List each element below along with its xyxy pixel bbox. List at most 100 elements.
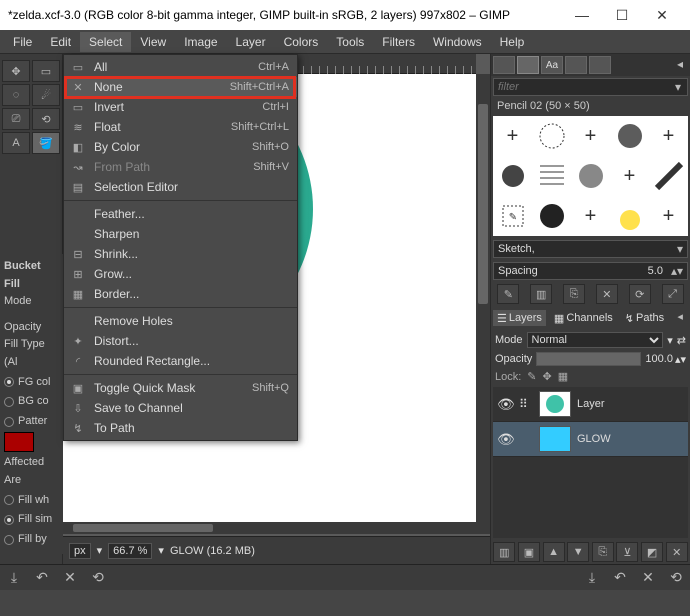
menu-tools[interactable]: Tools: [327, 32, 373, 52]
unit-select[interactable]: px: [69, 543, 91, 559]
lock-position-icon[interactable]: ✥: [543, 370, 552, 383]
horizontal-scrollbar[interactable]: [63, 522, 476, 534]
menu-item-grow[interactable]: ⊞Grow...: [64, 264, 297, 284]
close-button[interactable]: ✕: [642, 0, 682, 30]
brush-grid[interactable]: + + + + ✎ + +: [493, 116, 688, 236]
menu-view[interactable]: View: [131, 32, 175, 52]
fill-by-option[interactable]: Fill by: [4, 531, 59, 549]
layer-row[interactable]: 👁 ⠿ Layer: [493, 387, 688, 422]
menu-colors[interactable]: Colors: [275, 32, 328, 52]
fill-similar-option[interactable]: Fill sim: [4, 511, 59, 529]
tab-brushes[interactable]: [517, 56, 539, 74]
brush-item[interactable]: [493, 156, 532, 196]
brush-item[interactable]: [649, 156, 688, 196]
opacity-slider[interactable]: [536, 352, 641, 366]
delete-icon[interactable]: ✕: [638, 568, 658, 588]
menu-edit[interactable]: Edit: [41, 32, 80, 52]
configure-tab-icon[interactable]: ◂: [672, 57, 688, 73]
tool-move[interactable]: ✥: [2, 60, 30, 82]
menu-item-invert[interactable]: ▭InvertCtrl+I: [64, 97, 297, 117]
tab-history[interactable]: [565, 56, 587, 74]
chevron-down-icon[interactable]: ▾: [158, 544, 164, 557]
menu-item-feather[interactable]: Feather...: [64, 204, 297, 224]
delete-layer-icon[interactable]: ✕: [666, 542, 688, 562]
lock-alpha-icon[interactable]: ▦: [558, 370, 568, 383]
vertical-scrollbar[interactable]: [476, 74, 490, 534]
layer-thumbnail[interactable]: [539, 391, 571, 417]
zoom-field[interactable]: 66.7 %: [108, 543, 152, 559]
menu-item-sharpen[interactable]: Sharpen: [64, 224, 297, 244]
pattern-swatch[interactable]: [4, 432, 34, 452]
layer-name[interactable]: GLOW: [577, 433, 611, 445]
brush-item[interactable]: [610, 116, 649, 156]
edit-brush-icon[interactable]: ✎: [497, 284, 519, 304]
menu-item-shrink[interactable]: ⊟Shrink...: [64, 244, 297, 264]
filter-input[interactable]: [494, 79, 669, 95]
reset-icon[interactable]: ⟲: [666, 568, 686, 588]
menu-item-toggle-quick-mask[interactable]: ▣Toggle Quick MaskShift+Q: [64, 378, 297, 398]
stepper-icon[interactable]: ▴▾: [667, 264, 687, 278]
menu-item-selection-editor[interactable]: ▤Selection Editor: [64, 177, 297, 197]
chevron-down-icon[interactable]: ▾: [667, 334, 673, 347]
save-icon[interactable]: ⤓: [4, 568, 24, 588]
link-icon[interactable]: ⠿: [519, 397, 533, 411]
tool-transform[interactable]: ⟲: [32, 108, 60, 130]
bg-color-option[interactable]: BG co: [4, 393, 59, 411]
brush-item[interactable]: [532, 116, 571, 156]
duplicate-brush-icon[interactable]: ⎘: [563, 284, 585, 304]
refresh-brush-icon[interactable]: ⟳: [629, 284, 651, 304]
tool-rect-select[interactable]: ▭: [32, 60, 60, 82]
layer-mode-select[interactable]: Normal: [527, 332, 664, 348]
menu-item-by-color[interactable]: ◧By ColorShift+O: [64, 137, 297, 157]
lock-pixels-icon[interactable]: ✎: [527, 370, 536, 383]
brush-item[interactable]: [532, 196, 571, 236]
tab-tool-options[interactable]: [493, 56, 515, 74]
fill-whole-option[interactable]: Fill wh: [4, 492, 59, 510]
spacing-field[interactable]: Spacing 5.0 ▴▾: [493, 262, 688, 280]
tool-text[interactable]: A: [2, 132, 30, 154]
brush-filter[interactable]: ▾: [493, 78, 688, 96]
layer-thumbnail[interactable]: [539, 426, 571, 452]
menu-image[interactable]: Image: [175, 32, 226, 52]
duplicate-layer-icon[interactable]: ⎘: [592, 542, 614, 562]
menu-help[interactable]: Help: [491, 32, 534, 52]
brush-item[interactable]: +: [571, 116, 610, 156]
tool-crop[interactable]: ⎚: [2, 108, 30, 130]
menu-item-save-to-channel[interactable]: ⇩Save to Channel: [64, 398, 297, 418]
pattern-option[interactable]: Patter: [4, 413, 59, 431]
menu-item-to-path[interactable]: ↯To Path: [64, 418, 297, 438]
configure-tab-icon[interactable]: ◂: [672, 310, 688, 326]
open-brush-icon[interactable]: ⤢: [662, 284, 684, 304]
menu-item-float[interactable]: ≋FloatShift+Ctrl+L: [64, 117, 297, 137]
undo-icon[interactable]: ↶: [610, 568, 630, 588]
delete-brush-icon[interactable]: ✕: [596, 284, 618, 304]
tab-paths[interactable]: ↯Paths: [621, 310, 668, 326]
mask-layer-icon[interactable]: ◩: [641, 542, 663, 562]
stepper-icon[interactable]: ▴▾: [675, 353, 686, 366]
menu-item-none[interactable]: ✕NoneShift+Ctrl+A: [64, 77, 297, 97]
maximize-button[interactable]: ☐: [602, 0, 642, 30]
brush-item[interactable]: ✎: [493, 196, 532, 236]
reset-icon[interactable]: ⟲: [88, 568, 108, 588]
minimize-button[interactable]: —: [562, 0, 602, 30]
menu-layer[interactable]: Layer: [227, 32, 275, 52]
tab-patterns[interactable]: [589, 56, 611, 74]
lower-layer-icon[interactable]: ▼: [567, 542, 589, 562]
delete-icon[interactable]: ✕: [60, 568, 80, 588]
chevron-down-icon[interactable]: ▾: [97, 544, 103, 557]
tab-layers[interactable]: ☰Layers: [493, 310, 546, 326]
undo-icon[interactable]: ↶: [32, 568, 52, 588]
brush-item[interactable]: +: [571, 196, 610, 236]
menu-select[interactable]: Select: [80, 32, 131, 52]
brush-item[interactable]: +: [649, 116, 688, 156]
brush-preset-select[interactable]: Sketch,▾: [493, 240, 688, 258]
visibility-icon[interactable]: 👁: [497, 396, 513, 413]
menu-item-border[interactable]: ▦Border...: [64, 284, 297, 304]
layer-name[interactable]: Layer: [577, 398, 605, 410]
fg-color-option[interactable]: FG col: [4, 374, 59, 392]
menu-item-remove-holes[interactable]: Remove Holes: [64, 311, 297, 331]
tool-bucket[interactable]: 🪣: [32, 132, 60, 154]
switch-mode-icon[interactable]: ⇄: [677, 334, 686, 347]
brush-item[interactable]: +: [649, 196, 688, 236]
menu-windows[interactable]: Windows: [424, 32, 491, 52]
